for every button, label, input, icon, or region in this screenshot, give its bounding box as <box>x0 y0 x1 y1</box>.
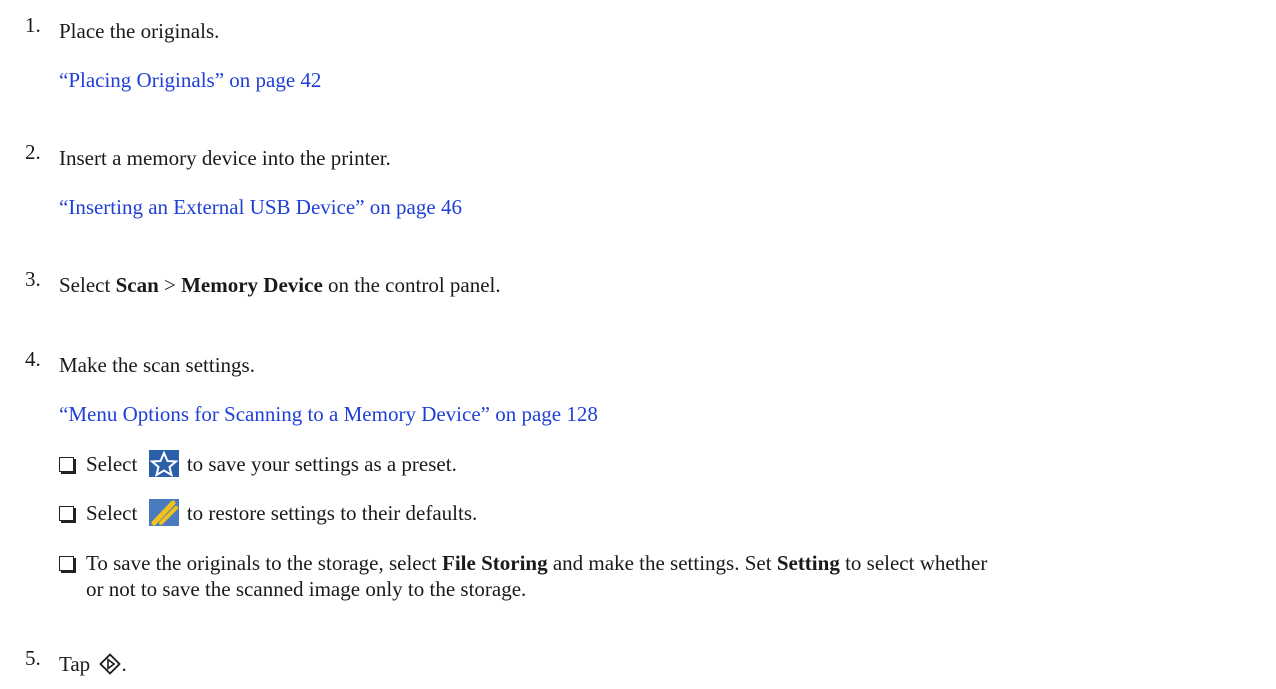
step-text: Select Scan > Memory Device on the contr… <box>59 273 501 297</box>
star-icon <box>148 449 179 477</box>
step-number: 3. <box>25 267 41 291</box>
memory-device-menu-label: Memory Device <box>181 273 323 297</box>
checkbox-bullet <box>59 550 83 576</box>
placing-originals-link[interactable]: “Placing Originals” on page 42 <box>59 67 321 93</box>
step-number: 2. <box>25 140 41 164</box>
step-text: Make the scan settings. <box>59 353 255 377</box>
step-text: Place the originals. <box>59 19 220 43</box>
start-icon <box>99 653 122 675</box>
checkbox-bullet <box>59 500 83 526</box>
bullet-text: Select to restore settings to their defa… <box>86 498 477 529</box>
step-text: Insert a memory device into the printer. <box>59 146 391 170</box>
scan-menu-label: Scan <box>115 273 159 297</box>
bullet-text-continued: or not to save the scanned image only to… <box>86 577 527 601</box>
setting-label: Setting <box>776 551 840 575</box>
inserting-usb-device-link[interactable]: “Inserting an External USB Device” on pa… <box>59 194 462 220</box>
step-number: 1. <box>25 13 41 37</box>
checkbox-bullet <box>59 451 83 477</box>
bullet-text: To save the originals to the storage, se… <box>86 551 988 575</box>
step-number: 5. <box>25 646 41 670</box>
file-storing-label: File Storing <box>442 551 548 575</box>
wand-icon <box>148 498 179 526</box>
step-number: 4. <box>25 347 41 371</box>
menu-options-scanning-link[interactable]: “Menu Options for Scanning to a Memory D… <box>59 401 598 427</box>
bullet-text: Select to save your settings as a preset… <box>86 449 457 480</box>
step-text: Tap . <box>59 652 127 676</box>
